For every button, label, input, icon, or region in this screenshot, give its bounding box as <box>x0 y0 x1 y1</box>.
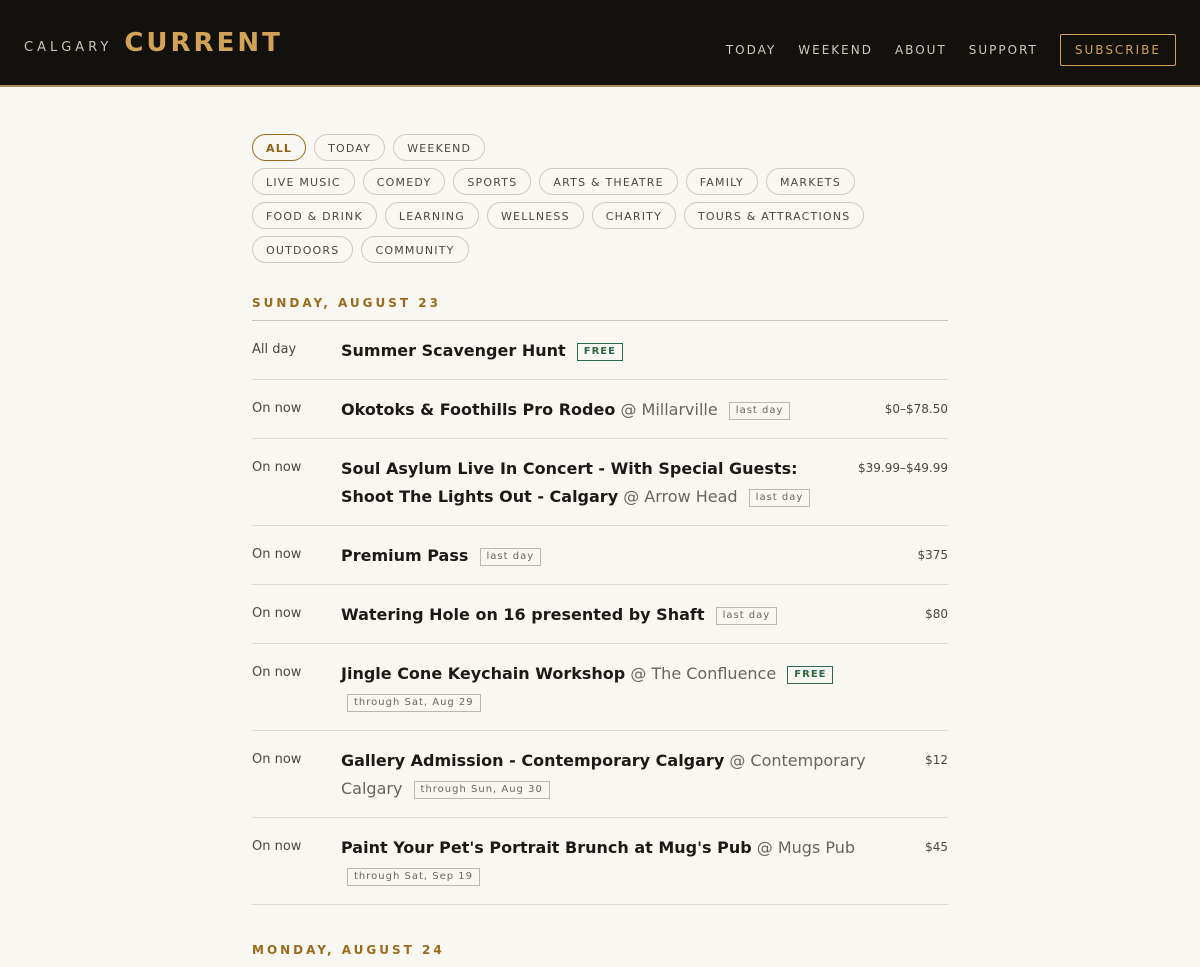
event-row[interactable]: On now Gallery Admission - Contemporary C… <box>252 731 948 818</box>
event-venue: @ Arrow Head <box>623 487 738 506</box>
filter-food-drink[interactable]: FOOD & DRINK <box>252 202 377 229</box>
date-badge: through Sun, Aug 30 <box>413 781 550 799</box>
event-price: $375 <box>917 548 948 562</box>
event-body: Soul Asylum Live In Concert - With Speci… <box>341 455 858 511</box>
event-title-link[interactable]: Premium Pass <box>341 546 468 565</box>
events-main: ALL TODAY WEEKEND LIVE MUSIC COMEDY SPOR… <box>252 134 948 967</box>
subscribe-button[interactable]: SUBSCRIBE <box>1059 34 1176 66</box>
event-row[interactable]: On now Paint Your Pet's Portrait Brunch a… <box>252 818 948 905</box>
filter-tours-attractions[interactable]: TOURS & ATTRACTIONS <box>684 202 865 229</box>
event-time: On now <box>252 401 302 416</box>
main-nav: TODAY WEEKEND ABOUT SUPPORT SUBSCRIBE <box>704 34 1176 66</box>
day-heading: MONDAY, AUGUST 24 <box>252 943 445 957</box>
event-row[interactable]: All day Summer Scavenger Hunt FREE <box>252 321 948 380</box>
event-time: On now <box>252 606 302 621</box>
event-row[interactable]: On now Soul Asylum Live In Concert - With… <box>252 439 948 526</box>
filter-chips: ALL TODAY WEEKEND LIVE MUSIC COMEDY SPOR… <box>252 134 948 263</box>
filter-row-4: OUTDOORS COMMUNITY <box>252 236 948 263</box>
filter-outdoors[interactable]: OUTDOORS <box>252 236 354 263</box>
date-badge: last day <box>748 489 811 507</box>
nav-about[interactable]: ABOUT <box>895 43 947 57</box>
filter-wellness[interactable]: WELLNESS <box>486 202 584 229</box>
event-row[interactable]: On now Premium Pass last day $375 <box>252 526 948 585</box>
event-price: $45 <box>925 840 948 854</box>
filter-row-3: FOOD & DRINK LEARNING WELLNESS CHARITY T… <box>252 202 948 229</box>
event-venue: @ Mugs Pub <box>756 838 856 857</box>
event-row[interactable]: On now Jingle Cone Keychain Workshop @ Th… <box>252 644 948 731</box>
site-logo[interactable]: CALGARY CURRENT <box>24 28 283 62</box>
nav-weekend[interactable]: WEEKEND <box>798 43 873 57</box>
event-time: On now <box>252 752 302 767</box>
event-body: Gallery Admission - Contemporary Calgary… <box>341 747 925 803</box>
event-title-link[interactable]: Jingle Cone Keychain Workshop <box>341 664 625 683</box>
filter-row-1: ALL TODAY WEEKEND <box>252 134 948 161</box>
filter-weekend[interactable]: WEEKEND <box>393 134 486 161</box>
date-badge: through Sat, Sep 19 <box>347 868 480 886</box>
event-time: On now <box>252 839 302 854</box>
site-header: CALGARY CURRENT TODAY WEEKEND ABOUT SUPP… <box>0 0 1200 87</box>
filter-markets[interactable]: MARKETS <box>765 168 855 195</box>
event-price: $12 <box>925 753 948 767</box>
event-price: $39.99–$49.99 <box>858 461 948 475</box>
event-body: Watering Hole on 16 presented by Shaft l… <box>341 601 925 629</box>
logo-city: CALGARY <box>24 40 113 55</box>
logo-name: CURRENT <box>124 28 283 58</box>
filter-arts-theatre[interactable]: ARTS & THEATRE <box>539 168 678 195</box>
event-body: Summer Scavenger Hunt FREE <box>341 337 948 365</box>
event-price: $0–$78.50 <box>884 402 948 416</box>
date-badge: last day <box>479 548 542 566</box>
filter-row-2: LIVE MUSIC COMEDY SPORTS ARTS & THEATRE … <box>252 168 948 195</box>
event-price: $80 <box>925 607 948 621</box>
date-badge: last day <box>728 402 791 420</box>
filter-sports[interactable]: SPORTS <box>453 168 532 195</box>
free-badge: FREE <box>787 666 834 684</box>
events-list: All day Summer Scavenger Hunt FREE On now O… <box>252 321 948 905</box>
event-title-link[interactable]: Okotoks & Foothills Pro Rodeo <box>341 400 615 419</box>
filter-today[interactable]: TODAY <box>314 134 386 161</box>
event-title-link[interactable]: Summer Scavenger Hunt <box>341 341 566 360</box>
day-heading: SUNDAY, AUGUST 23 <box>252 296 948 321</box>
event-body: Paint Your Pet's Portrait Brunch at Mug'… <box>341 834 925 890</box>
free-badge: FREE <box>576 343 623 361</box>
event-body: Premium Pass last day <box>341 542 917 570</box>
event-row[interactable]: On now Okotoks & Foothills Pro Rodeo @ Mi… <box>252 380 948 439</box>
event-venue: @ Millarville <box>620 400 718 419</box>
event-title-link[interactable]: Gallery Admission - Contemporary Calgary <box>341 751 724 770</box>
filter-charity[interactable]: CHARITY <box>591 202 676 229</box>
event-title-link[interactable]: Watering Hole on 16 presented by Shaft <box>341 605 705 624</box>
date-badge: last day <box>715 607 778 625</box>
date-badge: through Sat, Aug 29 <box>347 694 481 712</box>
event-title-link[interactable]: Paint Your Pet's Portrait Brunch at Mug'… <box>341 838 752 857</box>
nav-today[interactable]: TODAY <box>726 43 776 57</box>
event-time: On now <box>252 547 302 562</box>
filter-all[interactable]: ALL <box>252 134 307 161</box>
filter-community[interactable]: COMMUNITY <box>361 236 469 263</box>
event-body: Jingle Cone Keychain Workshop @ The Conf… <box>341 660 948 716</box>
event-time: On now <box>252 665 302 680</box>
event-time: All day <box>252 342 297 357</box>
event-venue: @ The Confluence <box>630 664 777 683</box>
event-time: On now <box>252 460 302 475</box>
filter-live-music[interactable]: LIVE MUSIC <box>252 168 355 195</box>
event-body: Okotoks & Foothills Pro Rodeo @ Millarvi… <box>341 396 885 424</box>
event-row[interactable]: On now Watering Hole on 16 presented by S… <box>252 585 948 644</box>
filter-comedy[interactable]: COMEDY <box>362 168 446 195</box>
filter-family[interactable]: FAMILY <box>685 168 758 195</box>
filter-learning[interactable]: LEARNING <box>384 202 479 229</box>
nav-support[interactable]: SUPPORT <box>969 43 1038 57</box>
